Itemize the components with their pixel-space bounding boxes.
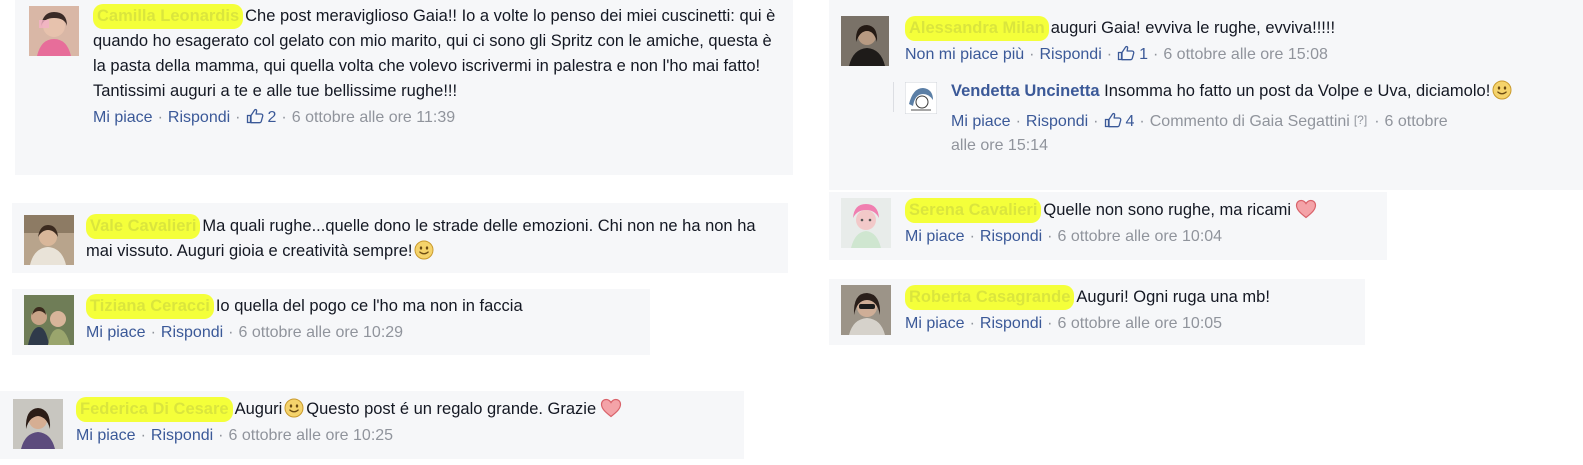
timestamp[interactable]: 6 ottobre alle ore 15:08	[1163, 46, 1328, 63]
reply-link[interactable]: Rispondi	[168, 109, 230, 126]
separator: ·	[969, 315, 975, 332]
reply-thread-line	[893, 82, 894, 112]
separator: ·	[140, 427, 146, 444]
avatar[interactable]	[841, 16, 889, 66]
avatar[interactable]	[905, 82, 937, 114]
author-name[interactable]: Vendetta Uncinetta	[951, 82, 1100, 100]
separator: ·	[1374, 113, 1380, 130]
like-link[interactable]: Mi piace	[905, 228, 965, 245]
comment-actions: Mi piace · Rispondi · 6 ottobre alle ore 10:…	[905, 312, 1357, 336]
author-name[interactable]: Roberta Casagrande	[905, 285, 1075, 310]
like-link[interactable]: Mi piace	[86, 324, 146, 341]
timestamp[interactable]: 6 ottobre alle ore 10:29	[239, 324, 404, 341]
separator: ·	[228, 324, 234, 341]
author-name[interactable]: Tiziana Ceracci	[86, 294, 214, 319]
avatar[interactable]	[29, 6, 79, 56]
timestamp[interactable]: 6 ottobre	[1385, 113, 1448, 130]
heart-icon	[600, 398, 622, 418]
separator: ·	[150, 324, 156, 341]
timestamp[interactable]: 6 ottobre alle ore 10:05	[1058, 315, 1223, 332]
separator: ·	[1139, 113, 1145, 130]
separator: ·	[235, 109, 241, 126]
comment-text: auguri Gaia! evviva le rughe, evviva!!!!…	[1050, 19, 1336, 37]
like-link[interactable]: Mi piace	[93, 109, 153, 126]
comment-card: Roberta Casagrande Auguri! Ogni ruga una …	[829, 279, 1365, 345]
like-count[interactable]: 2	[268, 109, 277, 126]
author-name[interactable]: Vale Cavalieri	[86, 214, 201, 239]
reply-link[interactable]: Rispondi	[1026, 113, 1088, 130]
author-name[interactable]: Camilla Leonardis	[93, 4, 244, 29]
like-link[interactable]: Mi piace	[76, 427, 136, 444]
smiley-icon	[414, 240, 434, 260]
avatar[interactable]	[841, 285, 891, 335]
comment-actions: Non mi piace più · Rispondi · 1 · 6 ottobre al…	[905, 43, 1575, 67]
reply-link[interactable]: Rispondi	[161, 324, 223, 341]
comment-text: Questo post é un regalo grande. Grazie	[306, 400, 597, 418]
comment-actions: Mi piace · Rispondi · 4 · Commento di Gaia Seg…	[951, 108, 1571, 158]
avatar[interactable]	[24, 295, 74, 345]
separator: ·	[969, 228, 975, 245]
thumbs-up-icon[interactable]	[1117, 45, 1135, 61]
like-count[interactable]: 4	[1126, 113, 1135, 130]
thumbs-up-icon[interactable]	[1104, 112, 1122, 128]
timestamp[interactable]: 6 ottobre alle ore 10:25	[229, 427, 394, 444]
comment-card: Serena Cavalieri Quelle non sono rughe, m…	[829, 192, 1387, 260]
separator: ·	[1153, 46, 1159, 63]
comment-text: Io quella del pogo ce l'ho ma non in fac…	[215, 297, 523, 315]
avatar[interactable]	[24, 215, 74, 265]
like-link[interactable]: Mi piace	[905, 315, 965, 332]
reply-link[interactable]: Rispondi	[980, 228, 1042, 245]
author-name[interactable]: Alessandra Milan	[905, 16, 1049, 41]
separator: ·	[1106, 46, 1113, 63]
timestamp[interactable]: alle ore 15:14	[951, 137, 1048, 154]
like-count[interactable]: 1	[1139, 46, 1148, 63]
edited-by: Commento di Gaia Segattini	[1149, 113, 1350, 130]
separator: ·	[1015, 113, 1021, 130]
comment-card: Vale Cavalieri Ma quali rughe...quelle do…	[12, 203, 788, 273]
comment-card: Tiziana Ceracci Io quella del pogo ce l'h…	[12, 289, 650, 355]
separator: ·	[1047, 228, 1053, 245]
separator: ·	[281, 109, 287, 126]
comment-text: Insomma ho fatto un post da Volpe e Uva,…	[1104, 82, 1491, 100]
thumbs-up-icon[interactable]	[246, 108, 264, 124]
comment-actions: Mi piace · Rispondi · 2 · 6 ottobre alle ore 1…	[93, 106, 783, 130]
reply-link[interactable]: Rispondi	[151, 427, 213, 444]
timestamp[interactable]: 6 ottobre alle ore 11:39	[292, 109, 455, 126]
separator: ·	[1047, 315, 1053, 332]
separator: ·	[157, 109, 163, 126]
reply-link[interactable]: Rispondi	[1040, 46, 1102, 63]
comment-text: Quelle non sono rughe, ma ricami	[1043, 201, 1292, 219]
author-name[interactable]: Federica Di Cesare	[76, 397, 233, 422]
avatar[interactable]	[13, 399, 63, 449]
comment-actions: Mi piace · Rispondi · 6 ottobre alle ore 10:…	[905, 225, 1379, 249]
smiley-icon	[284, 398, 304, 418]
author-name[interactable]: Serena Cavalieri	[905, 198, 1042, 223]
separator: ·	[1029, 46, 1035, 63]
avatar[interactable]	[841, 198, 891, 248]
smiley-icon	[1492, 80, 1512, 100]
comment-actions: Mi piace · Rispondi · 6 ottobre alle ore 10:…	[86, 321, 646, 345]
reply-link[interactable]: Rispondi	[980, 315, 1042, 332]
comment-actions: Mi piace · Rispondi · 6 ottobre alle ore 10:…	[76, 424, 736, 448]
timestamp[interactable]: 6 ottobre alle ore 10:04	[1058, 228, 1223, 245]
heart-icon	[1295, 199, 1317, 219]
comment-text: Auguri	[234, 400, 283, 418]
like-link[interactable]: Mi piace	[951, 113, 1011, 130]
comment-text: Auguri! Ogni ruga una mb!	[1076, 288, 1270, 306]
separator: ·	[218, 427, 224, 444]
comment-card: Camilla Leonardis Che post meraviglioso G…	[15, 0, 793, 175]
comment-card: Alessandra Milan auguri Gaia! evviva le r…	[829, 0, 1583, 190]
help-icon[interactable]: [?]	[1354, 113, 1367, 127]
unlike-link[interactable]: Non mi piace più	[905, 46, 1024, 63]
separator: ·	[1093, 113, 1099, 130]
comment-card: Federica Di Cesare Auguri Questo post é un…	[0, 391, 744, 459]
